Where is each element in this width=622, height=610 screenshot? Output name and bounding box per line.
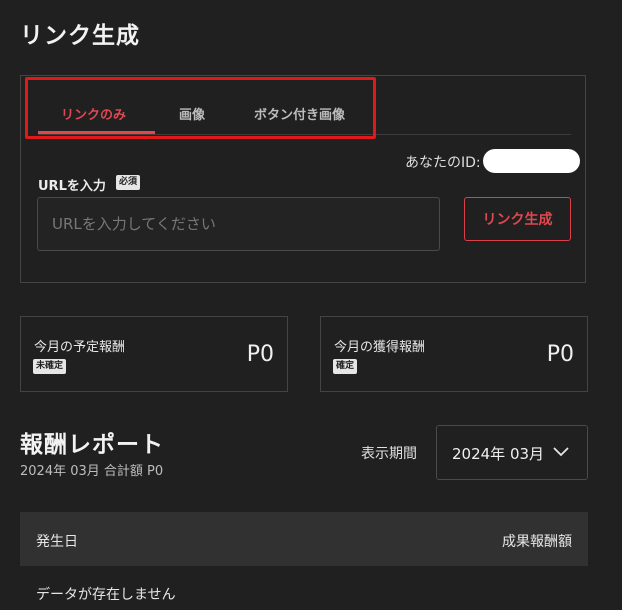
page-title: リンク生成 [20,23,140,49]
tabs-divider [38,134,571,135]
column-date: 発生日 [36,534,78,550]
generate-link-button[interactable]: リンク生成 [464,197,571,241]
redacted-id [483,149,580,173]
earned-reward-label: 今月の獲得報酬 [334,340,426,355]
url-field-label: URLを入力 [38,179,106,194]
period-select[interactable]: 2024年 03月 [436,425,588,480]
planned-reward-value: P0 [246,342,274,367]
your-id-label: あなたのID: [405,155,481,171]
tab-image[interactable]: 画像 [179,104,205,123]
unconfirmed-badge: 未確定 [33,359,67,374]
tab-button-image[interactable]: ボタン付き画像 [254,104,345,123]
tab-link-only[interactable]: リンクのみ [61,104,126,123]
chevron-down-icon [553,447,569,457]
period-label: 表示期間 [361,446,417,462]
active-tab-indicator [38,131,155,134]
earned-reward-value: P0 [546,342,574,367]
confirmed-badge: 確定 [333,359,358,374]
required-badge: 必須 [116,175,141,190]
planned-reward-label: 今月の予定報酬 [34,340,126,355]
report-title: 報酬レポート [20,432,164,458]
table-header: 発生日 成果報酬額 [20,512,588,566]
period-value: 2024年 03月 [452,445,545,463]
planned-reward-card: 今月の予定報酬 未確定 P0 [20,316,288,392]
report-summary: 2024年 03月 合計額 P0 [20,464,164,479]
empty-state-text: データが存在しません [36,587,176,603]
column-amount: 成果報酬額 [502,534,572,550]
earned-reward-card: 今月の獲得報酬 確定 P0 [320,316,588,392]
url-input[interactable] [37,197,440,251]
